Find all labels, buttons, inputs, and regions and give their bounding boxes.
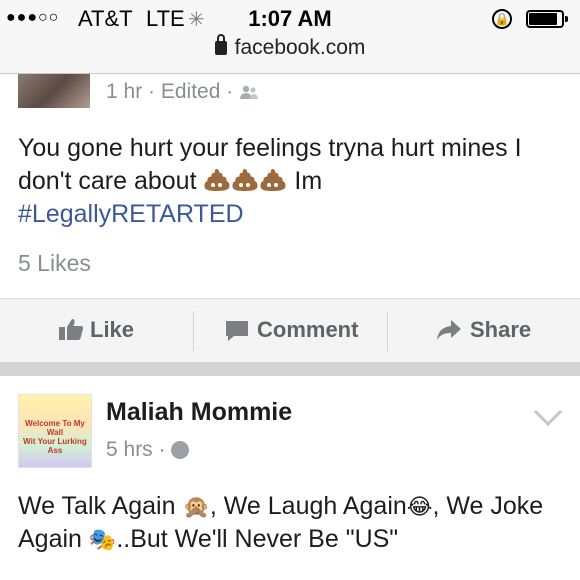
share-arrow-icon xyxy=(437,320,461,340)
action-divider xyxy=(193,311,194,351)
url-text: facebook.com xyxy=(234,36,366,59)
theater-masks-emoji-icon: 🎭 xyxy=(88,527,117,552)
comment-bubble-icon xyxy=(226,321,248,341)
share-button[interactable]: Share xyxy=(436,299,531,363)
padlock-icon xyxy=(214,34,227,55)
post-meta: 5 hrs · xyxy=(106,438,190,462)
battery-icon xyxy=(526,10,568,28)
rotation-lock-icon: 🔒 xyxy=(492,9,512,29)
friends-icon xyxy=(239,82,259,99)
post-text-line: don't care about Im xyxy=(18,167,323,195)
action-divider xyxy=(387,311,388,351)
hashtag-link[interactable]: #LegallyRETARTED xyxy=(18,198,522,231)
post-text-line: We Talk Again 🙊, We Laugh Again😂, We Jok… xyxy=(18,490,543,523)
like-button[interactable]: Like xyxy=(58,299,134,363)
poop-emoji-icon xyxy=(203,168,230,192)
laughing-emoji-icon: 😂 xyxy=(406,494,433,519)
post-text: We Talk Again 🙊, We Laugh Again😂, We Jok… xyxy=(18,490,543,556)
post-time[interactable]: 5 hrs · xyxy=(106,438,166,461)
ios-status-bar: ●●●○○ AT&T LTE ✳ 1:07 AM 🔒 facebook.com xyxy=(0,0,580,74)
avatar[interactable] xyxy=(18,74,90,108)
globe-icon xyxy=(171,441,190,459)
share-label: Share xyxy=(470,317,532,342)
post-author[interactable]: Maliah Mommie xyxy=(106,398,292,427)
likes-count[interactable]: 5 Likes xyxy=(18,250,91,277)
poop-emoji-icon xyxy=(259,168,286,192)
avatar-text: Welcome To My Wall xyxy=(25,419,85,437)
poop-emoji-icon xyxy=(231,168,258,192)
post-text: You gone hurt your feelings tryna hurt m… xyxy=(18,132,522,231)
post-action-bar: Like Comment Share xyxy=(0,298,580,362)
comment-button[interactable]: Comment xyxy=(225,299,358,363)
avatar-text: Wit Your Lurking Ass xyxy=(23,437,87,455)
thumbs-up-icon xyxy=(59,319,84,340)
url-bar[interactable]: facebook.com xyxy=(0,34,580,60)
post-text-line: You gone hurt your feelings tryna hurt m… xyxy=(18,134,522,162)
monkey-emoji-icon: 🙊 xyxy=(182,494,210,519)
feed-separator xyxy=(0,362,580,376)
comment-label: Comment xyxy=(257,317,359,342)
avatar[interactable]: Welcome To My Wall Wit Your Lurking Ass xyxy=(18,394,92,468)
post-text-line: Again 🎭..But We'll Never Be "US" xyxy=(18,523,543,556)
post-time[interactable]: 1 hr · Edited · xyxy=(106,80,233,103)
like-label: Like xyxy=(90,317,135,342)
chevron-down-icon[interactable] xyxy=(533,397,563,427)
post-meta: 1 hr · Edited · xyxy=(106,80,259,104)
